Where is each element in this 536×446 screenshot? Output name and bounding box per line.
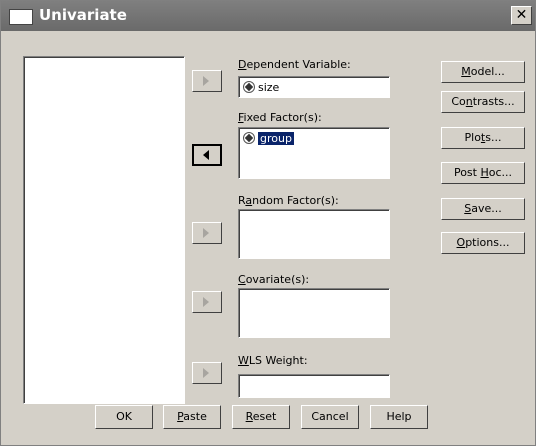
arrow-right-icon [203,76,209,86]
model-button[interactable]: Model... [441,61,525,83]
title-bar[interactable]: Univariate ✕ [1,1,535,31]
arrow-right-icon [203,228,209,238]
help-button[interactable]: Help [370,405,428,429]
window-icon [9,9,33,25]
nominal-variable-icon [243,132,255,144]
paste-button[interactable]: Paste [163,405,221,429]
window-title: Univariate [39,6,127,24]
plots-button[interactable]: Plots... [441,127,525,149]
contrasts-button[interactable]: Contrasts... [441,91,525,113]
arrow-right-icon [203,297,209,307]
univariate-dialog: Univariate ✕ Dependent Variable: size Fi… [0,0,536,446]
source-variable-list[interactable] [23,56,185,404]
random-factors-label: Random Factor(s): [238,194,339,207]
dialog-body: Dependent Variable: size Fixed Factor(s)… [9,32,535,445]
dependent-variable-label: Dependent Variable: [238,58,351,71]
move-to-covariates-button[interactable] [192,291,222,313]
options-button[interactable]: Options... [441,232,525,254]
fixed-factor-item[interactable]: group [243,131,294,145]
post-hoc-button[interactable]: Post Hoc... [441,162,525,184]
close-button[interactable]: ✕ [511,6,532,25]
fixed-factors-list[interactable]: group [238,127,390,179]
covariates-label: Covariate(s): [238,273,310,286]
move-to-wls-weight-button[interactable] [192,362,222,384]
move-to-random-factors-button[interactable] [192,222,222,244]
dependent-variable-field[interactable]: size [238,76,390,98]
wls-weight-label: WLS Weight: [238,354,308,367]
arrow-right-icon [203,368,209,378]
move-to-dependent-button[interactable] [192,70,222,92]
ok-button[interactable]: OK [95,405,153,429]
cancel-button[interactable]: Cancel [301,405,359,429]
fixed-factors-label: Fixed Factor(s): [238,111,322,124]
scale-variable-icon [243,81,255,93]
move-from-fixed-factors-button[interactable] [192,144,222,166]
reset-button[interactable]: Reset [232,405,290,429]
dependent-variable-item[interactable]: size [243,80,279,94]
wls-weight-field[interactable] [238,374,390,398]
covariates-list[interactable] [238,288,390,338]
random-factors-list[interactable] [238,209,390,259]
save-button[interactable]: Save... [441,198,525,220]
arrow-left-icon [203,150,209,160]
